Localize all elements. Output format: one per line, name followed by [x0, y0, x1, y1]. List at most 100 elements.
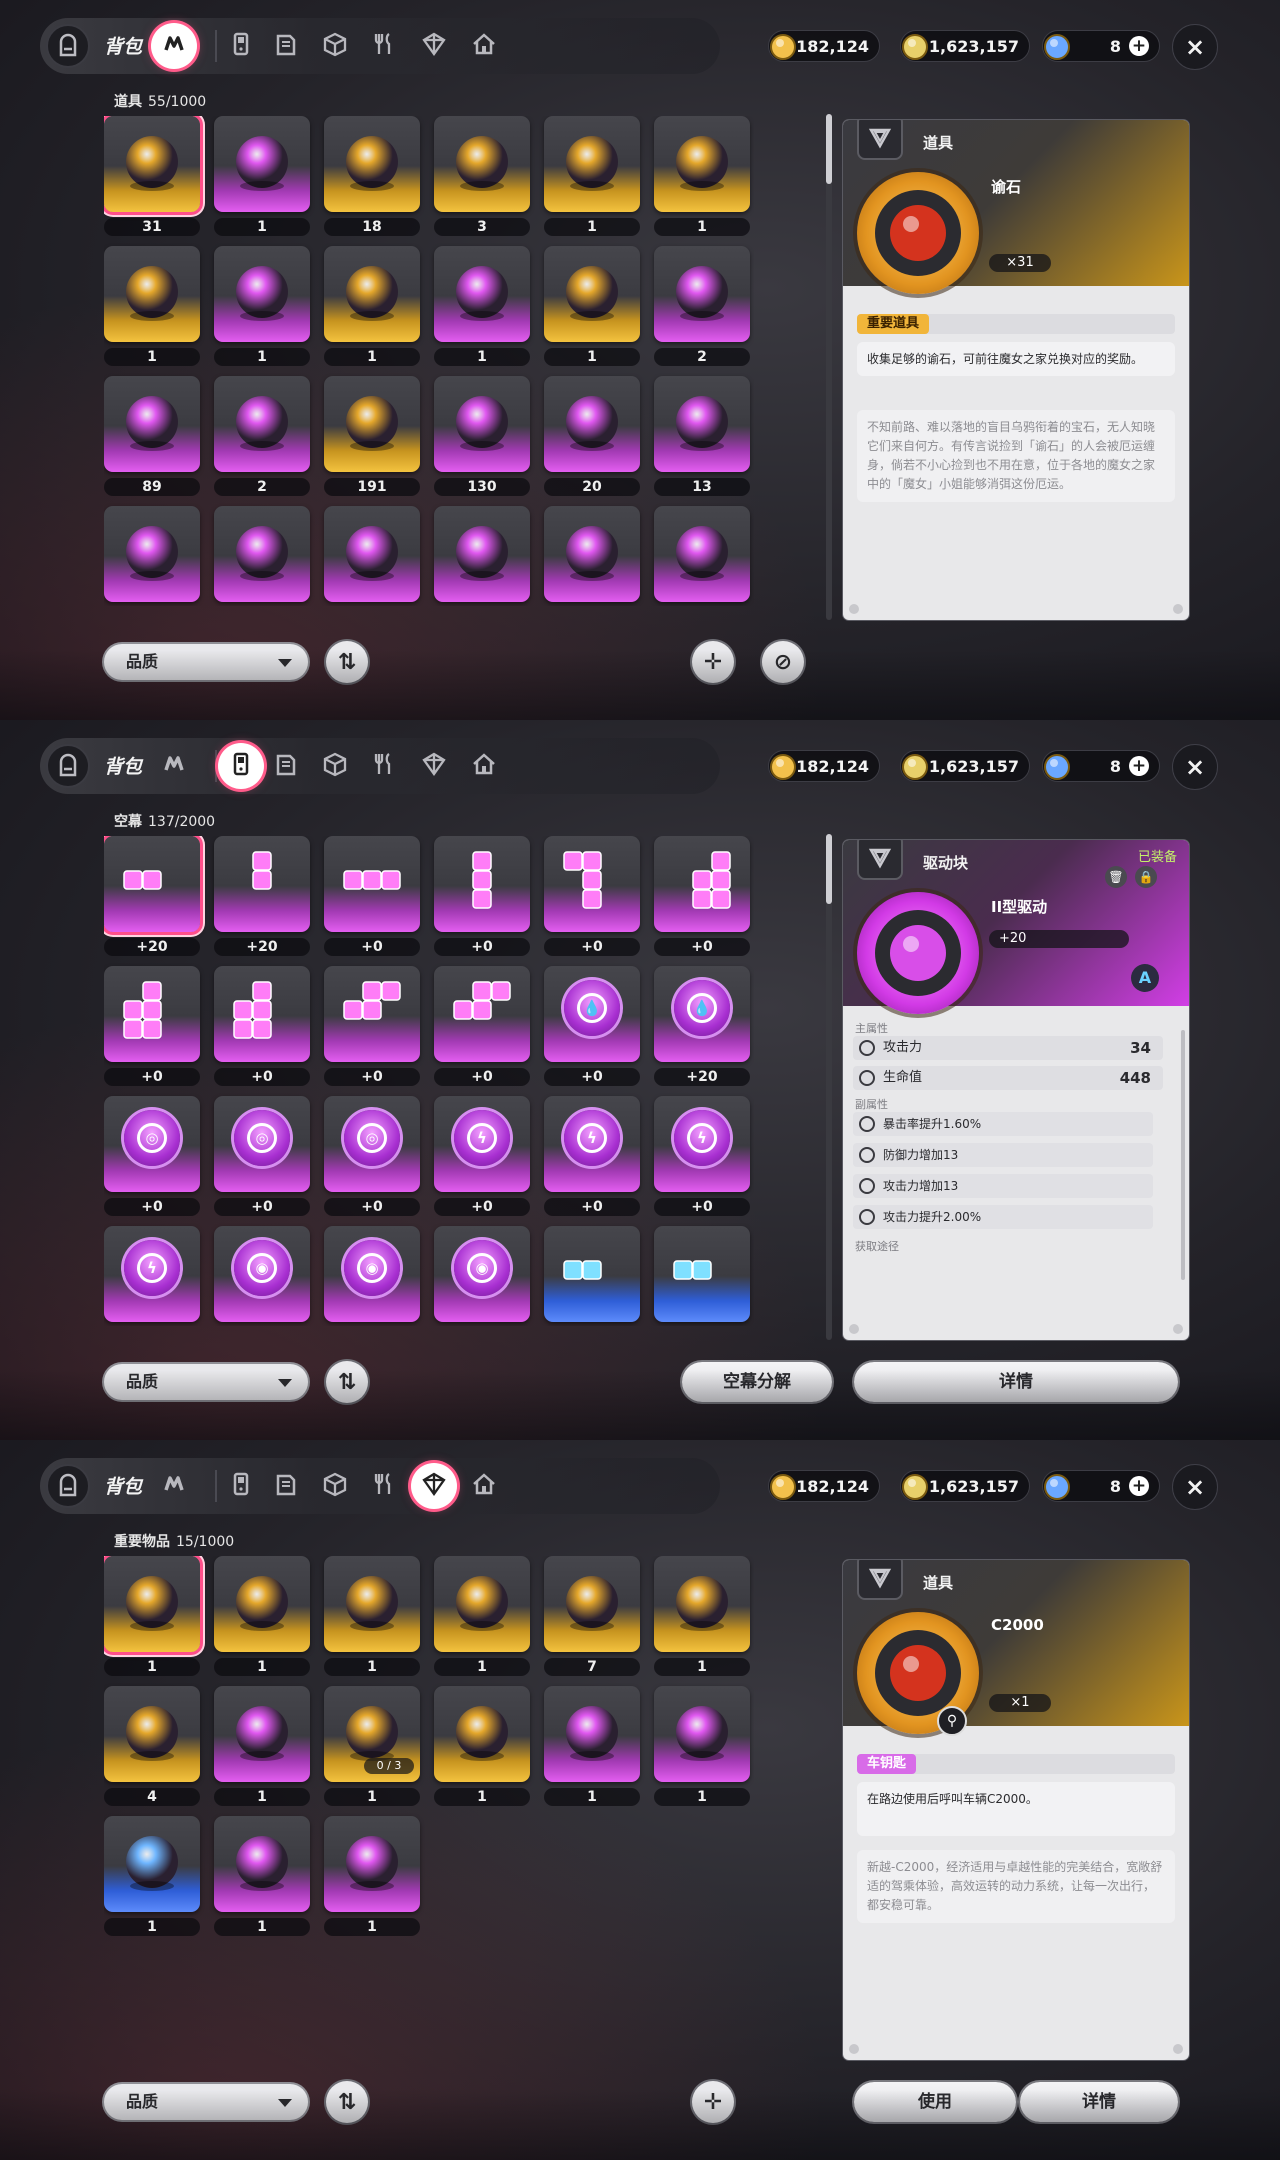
item-slot[interactable]: [104, 376, 200, 472]
tab-cube[interactable]: [312, 743, 358, 789]
item-slot[interactable]: [654, 246, 750, 342]
item-slot[interactable]: [324, 836, 420, 932]
item-slot[interactable]: ϟ: [104, 1226, 200, 1322]
item-slot[interactable]: [324, 506, 420, 602]
item-slot[interactable]: [434, 246, 530, 342]
item-slot[interactable]: [214, 116, 310, 212]
quality-filter-dropdown[interactable]: 品质: [104, 644, 308, 680]
trash-button[interactable]: 🗑: [1105, 866, 1127, 888]
close-button[interactable]: ×: [1172, 744, 1218, 790]
quality-filter-dropdown[interactable]: 品质: [104, 1364, 308, 1400]
item-slot[interactable]: [544, 376, 640, 472]
item-slot[interactable]: [214, 376, 310, 472]
item-slot[interactable]: [434, 836, 530, 932]
item-slot[interactable]: [104, 246, 200, 342]
item-slot[interactable]: [324, 246, 420, 342]
item-slot[interactable]: ◎: [104, 1096, 200, 1192]
no-entry-button[interactable]: ⊘: [762, 641, 804, 683]
item-slot[interactable]: [654, 376, 750, 472]
item-slot[interactable]: [434, 506, 530, 602]
currency-crystal[interactable]: 8 +: [1042, 30, 1160, 62]
grid-scrollbar[interactable]: [826, 114, 832, 620]
scrollbar-thumb[interactable]: [826, 114, 832, 184]
item-slot[interactable]: ◉: [214, 1226, 310, 1322]
item-slot[interactable]: ◉: [434, 1226, 530, 1322]
add-currency-button[interactable]: +: [1129, 36, 1149, 56]
item-slot[interactable]: [654, 116, 750, 212]
item-slot[interactable]: [544, 246, 640, 342]
tab-book[interactable]: [263, 743, 309, 789]
item-slot[interactable]: [654, 1556, 750, 1652]
item-slot[interactable]: [214, 1556, 310, 1652]
tab-handheld[interactable]: [218, 23, 264, 69]
item-slot[interactable]: [214, 506, 310, 602]
tab-fork-knife[interactable]: [361, 23, 407, 69]
close-button[interactable]: ×: [1172, 1464, 1218, 1510]
scrollbar-thumb[interactable]: [826, 834, 832, 904]
item-slot[interactable]: [434, 376, 530, 472]
item-slot[interactable]: [654, 1686, 750, 1782]
item-slot[interactable]: [324, 116, 420, 212]
item-slot[interactable]: ϟ: [544, 1096, 640, 1192]
item-slot[interactable]: [544, 116, 640, 212]
item-slot[interactable]: [104, 506, 200, 602]
sort-order-button[interactable]: ⇅: [326, 2081, 368, 2123]
item-slot[interactable]: [214, 246, 310, 342]
tab-n-logo[interactable]: [151, 23, 197, 69]
item-slot[interactable]: ◎: [214, 1096, 310, 1192]
details-button[interactable]: 详情: [1020, 2082, 1178, 2122]
item-slot[interactable]: [434, 1686, 530, 1782]
tab-fork-knife[interactable]: [361, 1463, 407, 1509]
tab-box[interactable]: [411, 743, 457, 789]
item-slot[interactable]: [104, 1686, 200, 1782]
tab-house[interactable]: [461, 23, 507, 69]
item-slot[interactable]: [654, 836, 750, 932]
tab-fork-knife[interactable]: [361, 743, 407, 789]
item-slot[interactable]: [324, 1816, 420, 1912]
item-slot[interactable]: [214, 1816, 310, 1912]
tab-book[interactable]: [263, 1463, 309, 1509]
tab-house[interactable]: [461, 1463, 507, 1509]
item-slot[interactable]: [544, 1556, 640, 1652]
item-slot[interactable]: ◉: [324, 1226, 420, 1322]
item-slot[interactable]: [214, 836, 310, 932]
tab-cube[interactable]: [312, 23, 358, 69]
item-slot[interactable]: [434, 116, 530, 212]
currency-crystal[interactable]: 8 +: [1042, 750, 1160, 782]
use-button[interactable]: 使用: [854, 2082, 1016, 2122]
tab-n-logo[interactable]: [151, 1463, 197, 1509]
item-slot[interactable]: [104, 836, 200, 932]
crosshair-button[interactable]: ✛: [692, 2081, 734, 2123]
item-slot[interactable]: [434, 966, 530, 1062]
tab-handheld[interactable]: [218, 1463, 264, 1509]
item-slot[interactable]: [104, 966, 200, 1062]
add-currency-button[interactable]: +: [1129, 1476, 1149, 1496]
lock-button[interactable]: 🔒: [1135, 866, 1157, 888]
currency-crystal[interactable]: 8 +: [1042, 1470, 1160, 1502]
item-slot[interactable]: ◎: [324, 1096, 420, 1192]
tab-box[interactable]: [411, 23, 457, 69]
item-slot[interactable]: [104, 1556, 200, 1652]
preview-zoom-button[interactable]: ⚲: [937, 1706, 967, 1736]
tab-cube[interactable]: [312, 1463, 358, 1509]
crosshair-button[interactable]: ✛: [692, 641, 734, 683]
detail-scrollbar[interactable]: [1181, 1030, 1185, 1280]
item-slot[interactable]: [434, 1556, 530, 1652]
item-slot[interactable]: [544, 506, 640, 602]
item-slot[interactable]: [544, 1226, 640, 1322]
quality-filter-dropdown[interactable]: 品质: [104, 2084, 308, 2120]
tab-book[interactable]: [263, 23, 309, 69]
item-slot[interactable]: [324, 1556, 420, 1652]
item-slot[interactable]: ϟ: [434, 1096, 530, 1192]
sort-order-button[interactable]: ⇅: [326, 1361, 368, 1403]
item-slot[interactable]: [654, 506, 750, 602]
tab-handheld[interactable]: [218, 743, 264, 789]
item-slot[interactable]: [104, 1816, 200, 1912]
item-slot[interactable]: [214, 966, 310, 1062]
item-slot[interactable]: [214, 1686, 310, 1782]
add-currency-button[interactable]: +: [1129, 756, 1149, 776]
grid-scrollbar[interactable]: [826, 834, 832, 1340]
item-slot[interactable]: [324, 966, 420, 1062]
details-button[interactable]: 详情: [854, 1362, 1178, 1402]
item-slot[interactable]: [104, 116, 200, 212]
